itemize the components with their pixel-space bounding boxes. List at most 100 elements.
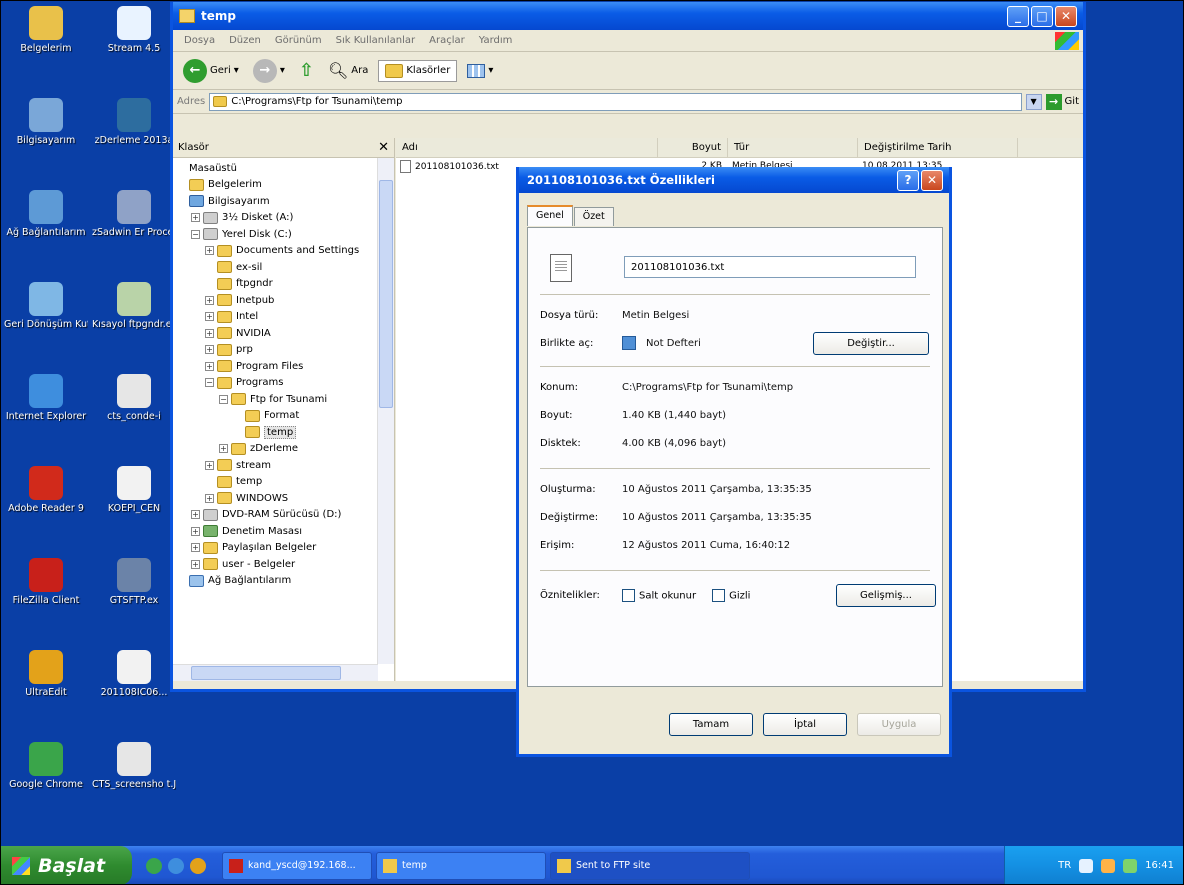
- search-button[interactable]: 🔍︎ Ara: [324, 59, 372, 82]
- collapse-icon[interactable]: −: [191, 229, 200, 239]
- filename-input[interactable]: 201108101036.txt: [624, 256, 916, 278]
- views-button[interactable]: ▾: [463, 62, 497, 80]
- apply-button[interactable]: Uygula: [857, 713, 941, 736]
- tab-general[interactable]: Genel: [527, 205, 573, 226]
- desktop-icon[interactable]: Stream 4.5: [92, 6, 176, 54]
- expand-icon[interactable]: +: [205, 328, 214, 338]
- tree-item[interactable]: + stream: [173, 457, 394, 474]
- ie-icon[interactable]: [168, 857, 184, 874]
- collapse-icon[interactable]: −: [219, 394, 228, 404]
- tree-item[interactable]: + Paylaşılan Belgeler: [173, 540, 394, 557]
- tree-item[interactable]: + Denetim Masası: [173, 523, 394, 540]
- desktop-icon[interactable]: cts_conde-i: [92, 374, 176, 422]
- tree-item[interactable]: temp: [173, 424, 394, 441]
- close-button[interactable]: ✕: [1055, 5, 1077, 27]
- scrollbar-thumb[interactable]: [379, 180, 393, 408]
- tree-item[interactable]: + NVIDIA: [173, 325, 394, 342]
- menu-item[interactable]: Dosya: [177, 35, 222, 46]
- expand-icon[interactable]: +: [205, 295, 214, 305]
- tree-vertical-scrollbar[interactable]: [377, 158, 394, 664]
- desktop-icon[interactable]: Adobe Reader 9: [4, 466, 88, 514]
- dialog-titlebar[interactable]: 201108101036.txt Özellikleri ? ✕: [519, 167, 949, 193]
- forward-button[interactable]: → ▾: [249, 57, 289, 85]
- menu-item[interactable]: Yardım: [472, 35, 520, 46]
- scrollbar-thumb[interactable]: [191, 666, 341, 680]
- address-input[interactable]: C:\Programs\Ftp for Tsunami\temp: [209, 92, 1022, 111]
- tab-summary[interactable]: Özet: [573, 207, 614, 226]
- go-button[interactable]: → Git: [1045, 93, 1079, 110]
- tree-item[interactable]: Masaüstü: [173, 160, 394, 177]
- tree-item[interactable]: temp: [173, 474, 394, 491]
- desktop-icon[interactable]: CTS_screensho t.JPG: [92, 742, 176, 790]
- desktop-icon[interactable]: GTSFTP.ex: [92, 558, 176, 606]
- hidden-checkbox[interactable]: Gizli: [712, 589, 750, 602]
- maximize-button[interactable]: □: [1031, 5, 1053, 27]
- volume-icon[interactable]: [1123, 858, 1138, 873]
- taskbar-button[interactable]: Sent to FTP site: [550, 851, 750, 880]
- minimize-button[interactable]: _: [1007, 5, 1029, 27]
- tree-item[interactable]: + prp: [173, 342, 394, 359]
- desktop-icon[interactable]: Ağ Bağlantılarım: [4, 190, 88, 238]
- language-indicator[interactable]: TR: [1058, 860, 1071, 871]
- desktop-icon[interactable]: Belgelerim: [4, 6, 88, 54]
- desktop-icon[interactable]: Geri Dönüşüm Kutusu: [4, 282, 88, 330]
- cancel-button[interactable]: İptal: [763, 713, 847, 736]
- expand-icon[interactable]: +: [205, 312, 214, 322]
- column-date[interactable]: Değiştirilme Tarih: [858, 138, 1018, 157]
- tree-item[interactable]: − Yerel Disk (C:): [173, 226, 394, 243]
- desktop-icon[interactable]: Google Chrome: [4, 742, 88, 790]
- collapse-icon[interactable]: −: [205, 378, 214, 388]
- tree-item[interactable]: + zDerleme: [173, 441, 394, 458]
- start-button[interactable]: Başlat: [0, 846, 132, 885]
- tree-item[interactable]: + Documents and Settings: [173, 243, 394, 260]
- security-icon[interactable]: [1101, 858, 1116, 873]
- taskbar-button[interactable]: temp: [376, 851, 546, 880]
- back-button[interactable]: ← Geri ▾: [179, 57, 243, 85]
- advanced-button[interactable]: Gelişmiş...: [836, 584, 936, 607]
- tree-item[interactable]: Belgelerim: [173, 177, 394, 194]
- desktop-icon[interactable]: KOEPI_CEN: [92, 466, 176, 514]
- menu-item[interactable]: Araçlar: [422, 35, 472, 46]
- column-name[interactable]: Adı: [396, 138, 658, 157]
- expand-icon[interactable]: +: [191, 543, 200, 553]
- network-icon[interactable]: [1079, 858, 1094, 873]
- tree-item[interactable]: + Inetpub: [173, 292, 394, 309]
- desktop-icon[interactable]: 201108IC06...: [92, 650, 176, 698]
- desktop-icon[interactable]: zDerleme 2013a: [92, 98, 176, 146]
- tree-item[interactable]: Bilgisayarım: [173, 193, 394, 210]
- tree-item[interactable]: + user - Belgeler: [173, 556, 394, 573]
- menu-item[interactable]: Düzen: [222, 35, 268, 46]
- menu-item[interactable]: Sık Kullanılanlar: [329, 35, 423, 46]
- folders-button[interactable]: Klasörler: [378, 59, 458, 82]
- tree-item[interactable]: Format: [173, 408, 394, 425]
- expand-icon[interactable]: +: [205, 246, 214, 256]
- tree-item[interactable]: + DVD-RAM Sürücüsü (D:): [173, 507, 394, 524]
- explorer-titlebar[interactable]: temp _ □ ✕: [173, 2, 1083, 30]
- expand-icon[interactable]: +: [219, 444, 228, 454]
- taskbar-button[interactable]: kand_yscd@192.168...: [222, 851, 372, 880]
- expand-icon[interactable]: +: [191, 510, 200, 520]
- desktop-icon[interactable]: UltraEdit: [4, 650, 88, 698]
- expand-icon[interactable]: +: [205, 460, 214, 470]
- tree-horizontal-scrollbar[interactable]: [173, 664, 378, 681]
- expand-icon[interactable]: +: [191, 526, 200, 536]
- readonly-checkbox[interactable]: Salt okunur: [622, 589, 696, 602]
- column-size[interactable]: Boyut: [658, 138, 728, 157]
- tree-item[interactable]: + WINDOWS: [173, 490, 394, 507]
- help-button[interactable]: ?: [897, 169, 919, 191]
- expand-icon[interactable]: +: [205, 493, 214, 503]
- expand-icon[interactable]: +: [205, 361, 214, 371]
- desktop-icon[interactable]: zSadwin Er Processing: [92, 190, 176, 238]
- address-dropdown-icon[interactable]: ▼: [1025, 93, 1042, 110]
- tree-item[interactable]: +3½ Disket (A:): [173, 210, 394, 227]
- tree-item[interactable]: + Intel: [173, 309, 394, 326]
- tree-item[interactable]: − Programs: [173, 375, 394, 392]
- media-icon[interactable]: [190, 857, 206, 874]
- ok-button[interactable]: Tamam: [669, 713, 753, 736]
- desktop-icon[interactable]: Internet Explorer: [4, 374, 88, 422]
- desktop-icon[interactable]: Bilgisayarım: [4, 98, 88, 146]
- column-type[interactable]: Tür: [728, 138, 858, 157]
- tree-item[interactable]: ftpgndr: [173, 276, 394, 293]
- change-button[interactable]: Değiştir...: [813, 332, 929, 355]
- chrome-icon[interactable]: [146, 857, 162, 874]
